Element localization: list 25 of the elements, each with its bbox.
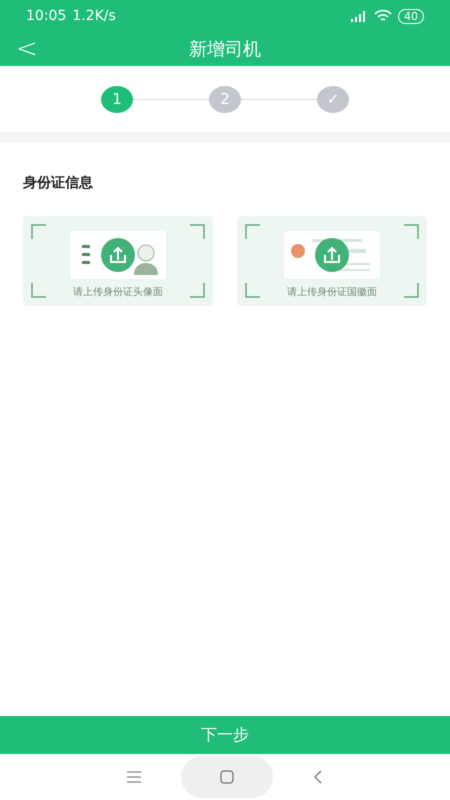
status-time: 10:05 [26,8,66,24]
frame-corner-icon [189,224,205,240]
upload-card[interactable]: 请上传身份证国徽面 [237,216,427,306]
step-circle: 1 [101,86,133,112]
wifi-icon [374,9,392,23]
frame-corner-icon [403,282,419,298]
frame-corner-icon [403,224,419,240]
frame-corner-icon [189,282,205,298]
back-button[interactable]: < [10,32,44,66]
step-circle: 2 [209,86,241,112]
frame-corner-icon [245,224,261,240]
frame-corner-icon [31,224,47,240]
back-nav-icon[interactable] [313,770,323,784]
frame-corner-icon [245,282,261,298]
upload-card[interactable]: 请上传身份证头像面 [23,216,213,306]
page-title: 新增司机 [189,38,261,61]
frame-corner-icon [31,282,47,298]
network-speed: 1.2K/s [72,8,116,24]
step-circle: ✓ [317,86,349,112]
signal-icon [350,10,368,22]
menu-icon[interactable] [127,771,141,783]
next-button[interactable]: 下一步 [0,716,450,754]
home-icon [220,770,234,784]
section-title: 身份证信息 [23,174,94,192]
battery-level: 40 [398,8,424,24]
